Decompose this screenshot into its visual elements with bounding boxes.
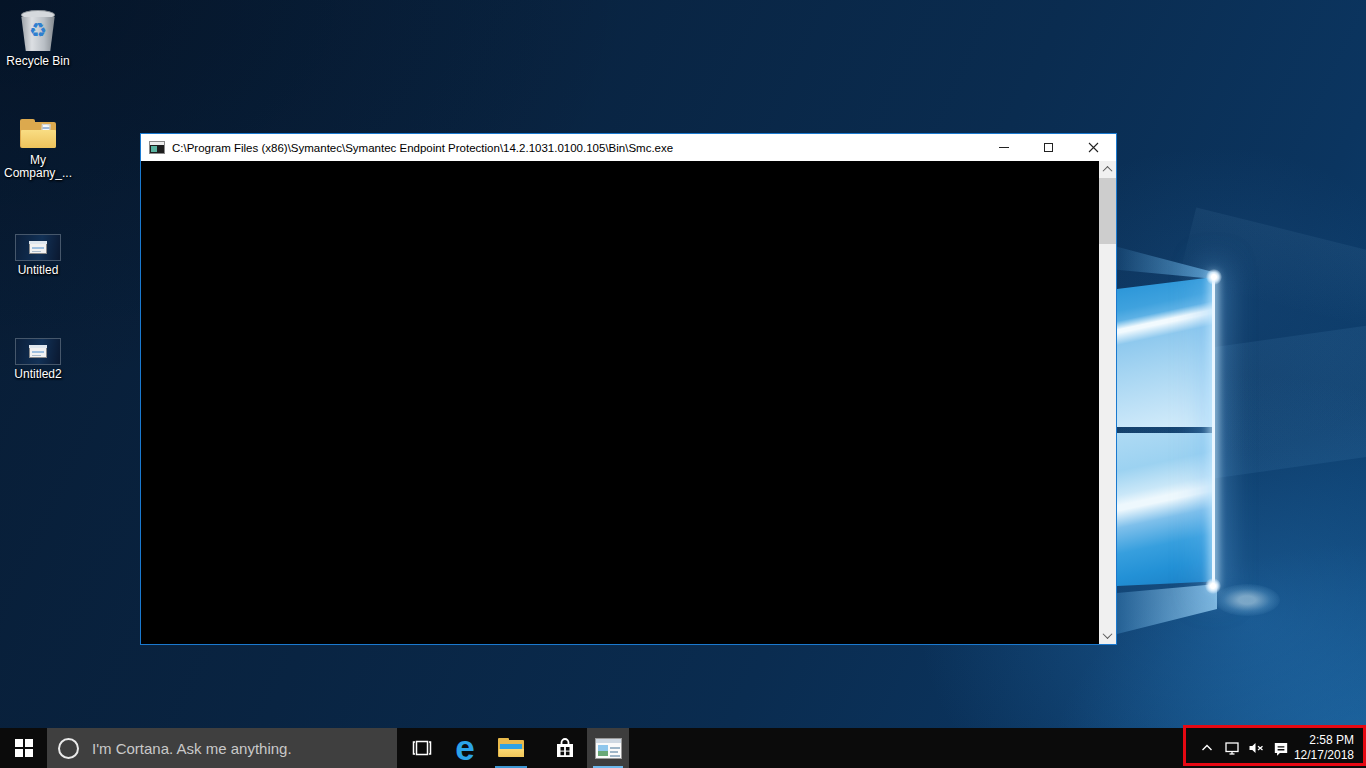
search-placeholder: I'm Cortana. Ask me anything. <box>92 740 292 757</box>
maximize-icon <box>1044 143 1053 152</box>
desktop-icon-label: Recycle Bin <box>1 55 75 68</box>
task-view-icon <box>411 737 433 759</box>
close-icon <box>1088 142 1099 153</box>
minimize-button[interactable] <box>981 134 1026 161</box>
desktop-icon-recycle-bin[interactable]: ♻ Recycle Bin <box>1 10 75 68</box>
active-app-icon <box>595 738 622 759</box>
store-icon <box>553 736 577 760</box>
console-window-icon <box>149 141 165 154</box>
wallpaper-glow <box>1206 269 1222 285</box>
folder-icon <box>19 119 57 151</box>
desktop-icon-untitled2[interactable]: Untitled2 <box>1 338 75 381</box>
image-thumbnail-icon <box>15 234 61 261</box>
task-view-button[interactable] <box>400 728 444 768</box>
console-window-title: C:\Program Files (x86)\Symantec\Symantec… <box>172 142 673 154</box>
chevron-up-icon <box>1103 166 1113 176</box>
scroll-up-button[interactable] <box>1099 161 1116 178</box>
scrollbar-thumb[interactable] <box>1099 178 1116 244</box>
file-explorer-icon <box>498 738 524 758</box>
active-app-button[interactable] <box>587 728 629 768</box>
wallpaper-logo-pane-top <box>1117 277 1214 427</box>
cortana-icon <box>58 738 79 759</box>
start-button[interactable] <box>0 728 47 768</box>
edge-icon: e <box>455 730 474 765</box>
desktop-icon-label: My Company_... <box>1 154 75 180</box>
file-explorer-button[interactable] <box>489 728 533 768</box>
desktop-icon-my-company-folder[interactable]: My Company_... <box>1 119 75 180</box>
edge-button[interactable]: e <box>443 728 487 768</box>
console-title-bar[interactable]: C:\Program Files (x86)\Symantec\Symantec… <box>141 134 1116 161</box>
wallpaper-logo-pane-bottom <box>1117 433 1213 586</box>
wallpaper-light-wedge <box>1117 584 1217 634</box>
annotation-highlight-rectangle <box>1183 725 1366 766</box>
console-scrollbar[interactable] <box>1099 161 1116 644</box>
desktop-icon-label: Untitled2 <box>1 368 75 381</box>
image-thumbnail-icon <box>15 338 61 365</box>
taskbar: I'm Cortana. Ask me anything. e <box>0 728 1366 768</box>
windows-logo-icon <box>15 739 33 757</box>
cortana-search-box[interactable]: I'm Cortana. Ask me anything. <box>47 728 397 768</box>
chevron-down-icon <box>1103 629 1113 639</box>
minimize-icon <box>999 147 1009 148</box>
console-window: C:\Program Files (x86)\Symantec\Symantec… <box>140 133 1117 645</box>
store-button[interactable] <box>543 728 587 768</box>
desktop: ♻ Recycle Bin My Company_... Untitled Un… <box>0 0 1366 768</box>
close-button[interactable] <box>1071 134 1116 161</box>
recycle-bin-icon: ♻ <box>18 10 58 52</box>
desktop-icon-untitled[interactable]: Untitled <box>1 234 75 277</box>
wallpaper-glow <box>1214 584 1280 616</box>
scroll-down-button[interactable] <box>1099 627 1116 644</box>
console-output-area[interactable] <box>141 161 1116 644</box>
maximize-button[interactable] <box>1026 134 1071 161</box>
wallpaper-logo-edge <box>1212 274 1215 588</box>
desktop-icon-label: Untitled <box>1 264 75 277</box>
